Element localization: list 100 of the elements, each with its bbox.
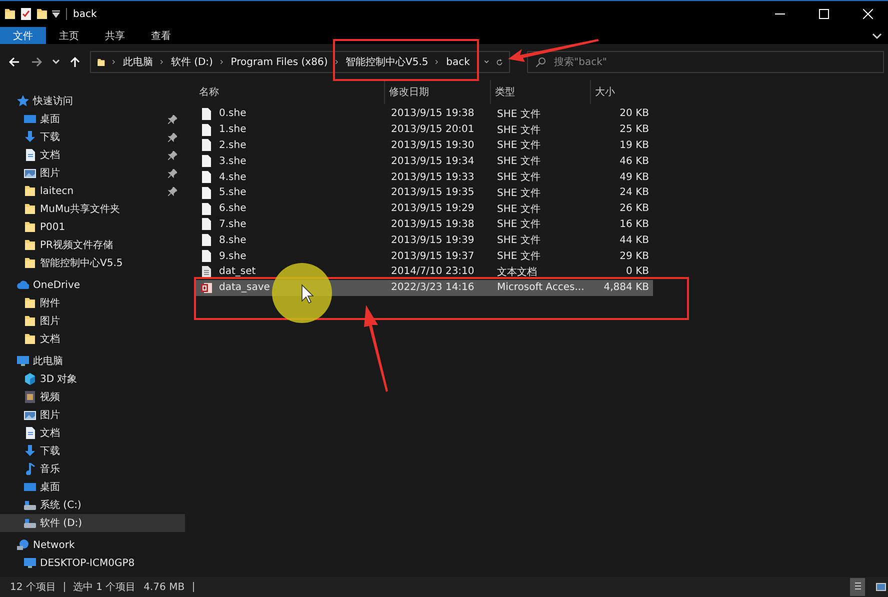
- nav-item[interactable]: 视频: [0, 388, 185, 406]
- nav-item[interactable]: 3D 对象: [0, 370, 185, 388]
- chevron-icon[interactable]: [334, 58, 339, 66]
- file-row[interactable]: 0.she 2013/9/15 19:38 SHE 文件 20 KB: [195, 106, 653, 122]
- maximize-icon: [819, 9, 829, 19]
- column-header[interactable]: 名称: [195, 80, 385, 104]
- nav-item[interactable]: 软件 (D:): [0, 514, 185, 532]
- folder-icon: [24, 185, 36, 197]
- column-header[interactable]: 大小: [591, 80, 653, 104]
- properties-icon[interactable]: [20, 8, 32, 20]
- ribbon-tab[interactable]: 主页: [46, 27, 92, 44]
- window-title: back: [73, 8, 97, 20]
- table-cell-text: SHE 文件: [496, 154, 542, 168]
- picture-icon: [876, 583, 886, 591]
- folder-icon: [24, 297, 36, 309]
- chevron-icon[interactable]: [435, 58, 440, 66]
- file-icon: [201, 171, 213, 184]
- ribbon-tab[interactable]: 查看: [138, 27, 184, 44]
- table-cell-text: 2013/9/15 19:33: [390, 172, 476, 183]
- table-cell-text: Microsoft Acces...: [496, 282, 586, 294]
- nav-item[interactable]: 下载: [0, 442, 185, 460]
- chevron-icon[interactable]: [160, 58, 164, 66]
- file-row[interactable]: 8.she 2013/9/15 19:39 SHE 文件 44 KB: [195, 232, 653, 248]
- search-field[interactable]: 搜索"back": [527, 51, 884, 73]
- column-header[interactable]: 类型: [491, 80, 591, 104]
- file-row[interactable]: 5.she 2013/9/15 19:35 SHE 文件 24 KB: [195, 184, 653, 201]
- breadcrumb[interactable]: 智能控制中心V5.5: [346, 55, 428, 69]
- folder-icon: [24, 333, 36, 345]
- nav-item[interactable]: 桌面: [0, 110, 185, 128]
- nav-item[interactable]: 文档: [0, 424, 185, 442]
- list-icon: [854, 582, 862, 592]
- nav-item[interactable]: DESKTOP-ICM0GP8: [0, 554, 185, 572]
- nav-item[interactable]: 文档: [0, 330, 185, 348]
- nav-item[interactable]: 此电脑: [0, 352, 185, 370]
- file-icon: [201, 250, 213, 262]
- nav-item[interactable]: PR视频文件存储: [0, 236, 185, 254]
- file-row[interactable]: 4.she 2013/9/15 19:33 SHE 文件 49 KB: [195, 169, 653, 185]
- nav-item[interactable]: 桌面: [0, 478, 185, 496]
- file-icon: [201, 155, 213, 168]
- selection-size: 4.76 MB: [144, 582, 185, 592]
- breadcrumb[interactable]: 此电脑: [123, 55, 154, 69]
- file-name: 2.she: [219, 140, 246, 151]
- expand-ribbon-icon[interactable]: [872, 30, 882, 40]
- nav-item[interactable]: P001: [0, 218, 185, 236]
- nav-item[interactable]: 快速访问: [0, 92, 185, 110]
- ribbon-tab[interactable]: 文件: [0, 27, 46, 44]
- file-name: 6.she: [219, 203, 246, 214]
- table-cell-text: SHE 文件: [496, 170, 542, 184]
- chevron-icon[interactable]: [112, 58, 116, 66]
- nav-item[interactable]: 图片: [0, 312, 185, 330]
- file-row[interactable]: 9.she 2013/9/15 19:37 SHE 文件 29 KB: [195, 248, 653, 264]
- table-cell-text: SHE 文件: [496, 124, 542, 137]
- breadcrumb[interactable]: Program Files (x86): [230, 56, 328, 68]
- file-icon: [201, 108, 213, 120]
- download-icon: [24, 445, 36, 457]
- breadcrumb[interactable]: 软件 (D:): [170, 55, 213, 69]
- column-header[interactable]: 修改日期: [385, 80, 491, 104]
- nav-item[interactable]: 附件: [0, 294, 185, 312]
- details-view-button[interactable]: [850, 578, 865, 596]
- table-cell-text: 文本文档: [496, 266, 538, 279]
- nav-item[interactable]: laitecn: [0, 182, 185, 200]
- file-row[interactable]: dat_set 2014/7/10 23:10 文本文档 0 KB: [195, 264, 653, 280]
- breadcrumb[interactable]: back: [446, 56, 470, 68]
- file-icon: [201, 234, 213, 246]
- dropdown-icon[interactable]: [484, 58, 489, 66]
- nav-item[interactable]: 下载: [0, 128, 185, 146]
- file-row[interactable]: 2.she 2013/9/15 19:30 SHE 文件 19 KB: [195, 138, 653, 154]
- table-cell-text: SHE 文件: [496, 108, 542, 121]
- dropdown-icon[interactable]: [52, 10, 60, 18]
- file-row[interactable]: 1.she 2013/9/15 20:01 SHE 文件 25 KB: [195, 122, 653, 138]
- nav-item[interactable]: 文档: [0, 146, 185, 164]
- chevron-icon[interactable]: [220, 58, 224, 66]
- folder-icon[interactable]: [4, 8, 16, 20]
- nav-item[interactable]: 系统 (C:): [0, 496, 185, 514]
- file-name: 3.she: [219, 156, 246, 167]
- film-icon: [24, 391, 36, 403]
- file-row[interactable]: 7.she 2013/9/15 19:38 SHE 文件 16 KB: [195, 216, 653, 232]
- nav-item[interactable]: Network: [0, 536, 185, 554]
- music-note-icon: [24, 463, 36, 475]
- nav-item[interactable]: 图片: [0, 164, 185, 182]
- file-name: 0.she: [219, 108, 246, 120]
- table-cell-text: 19 KB: [618, 140, 650, 151]
- nav-item[interactable]: OneDrive: [0, 276, 185, 294]
- star-icon: [17, 95, 29, 107]
- refresh-icon[interactable]: [496, 56, 503, 68]
- file-name: dat_set: [219, 266, 256, 278]
- ribbon-tab[interactable]: 共享: [92, 27, 138, 44]
- table-cell-text: SHE 文件: [496, 202, 542, 216]
- file-row[interactable]: 6.she 2013/9/15 19:29 SHE 文件 26 KB: [195, 200, 653, 217]
- nav-item[interactable]: 智能控制中心V5.5: [0, 254, 185, 272]
- nav-item[interactable]: 图片: [0, 406, 185, 424]
- nav-item[interactable]: 音乐: [0, 460, 185, 478]
- nav-item[interactable]: MuMu共享文件夹: [0, 200, 185, 218]
- picture-icon: [24, 409, 36, 421]
- file-row[interactable]: 3.she 2013/9/15 19:34 SHE 文件 46 KB: [195, 153, 653, 170]
- folder-icon: [24, 315, 36, 327]
- table-cell-text: 2013/9/15 19:30: [390, 140, 476, 151]
- address-bar[interactable]: 此电脑 软件 (D:) Program Files (x86) 智能控制中心V5.5 back: [90, 51, 510, 73]
- monitor-icon: [17, 355, 29, 367]
- table-cell-text: SHE 文件: [496, 138, 542, 152]
